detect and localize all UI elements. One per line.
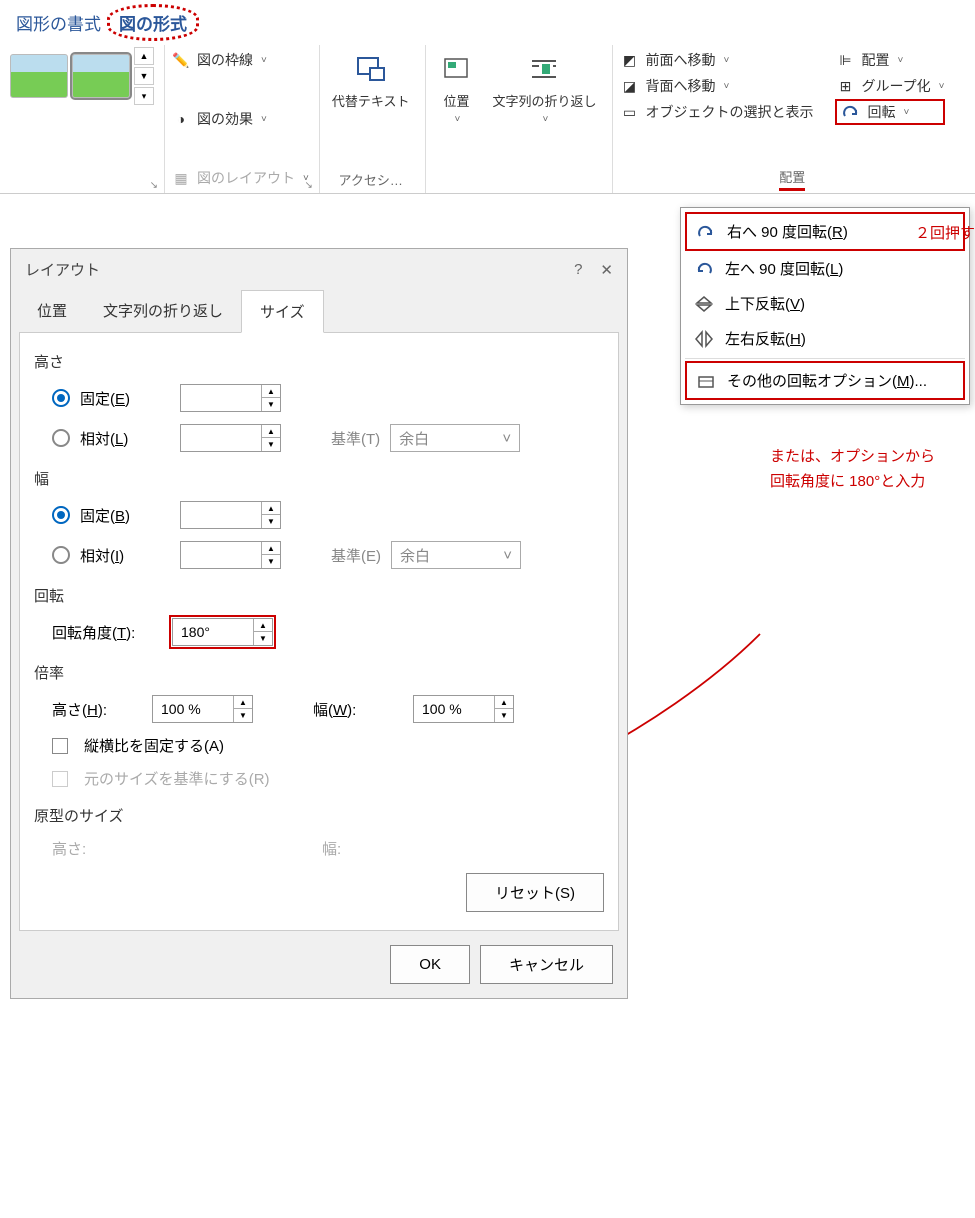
scale-section: 倍率 xyxy=(34,662,604,683)
selection-icon: ▭ xyxy=(619,103,639,121)
height-fixed-input[interactable]: ▲▼ xyxy=(180,384,281,412)
height-base-label: 基準(T) xyxy=(331,428,380,449)
annotation-or-option-1: または、オプションから xyxy=(770,445,935,466)
help-button[interactable]: ? xyxy=(574,261,582,279)
rotation-section: 回転 xyxy=(34,585,604,606)
scale-w-label: 幅(W): xyxy=(313,699,403,720)
width-base-combo[interactable]: 余白˅ xyxy=(391,541,521,569)
scale-h-input[interactable]: ▲▼ xyxy=(152,695,253,723)
picture-border-button[interactable]: ✏️ 図の枠線˅ xyxy=(171,47,309,73)
annotation-or-option-2: 回転角度に 180°と入力 xyxy=(770,470,925,491)
arrange-group: ◩ 前面へ移動˅ ◪ 背面へ移動˅ ▭ オブジェクトの選択と表示 ⊫ 配置˅ xyxy=(612,45,971,193)
tab-wrap[interactable]: 文字列の折り返し xyxy=(85,290,241,332)
width-section: 幅 xyxy=(34,468,604,489)
alt-text-icon xyxy=(353,51,389,87)
flip-h-icon xyxy=(693,329,715,349)
flip-horizontal-item[interactable]: 左右反転(H) xyxy=(685,321,965,356)
styles-group: ▲ ▼ ▾ ↘ xyxy=(4,45,160,193)
ok-button[interactable]: OK xyxy=(390,945,470,984)
rotation-label: 回転角度(T): xyxy=(52,622,162,643)
position-button[interactable]: 位置˅ xyxy=(432,47,480,129)
wrap-icon xyxy=(526,51,562,87)
dialog-title: レイアウト xyxy=(25,259,100,280)
group-icon: ⊞ xyxy=(835,77,855,95)
selection-pane-button[interactable]: ▭ オブジェクトの選択と表示 xyxy=(619,99,813,125)
gallery-down-icon[interactable]: ▼ xyxy=(134,67,154,85)
dialog-launcher-icon[interactable]: ↘ xyxy=(150,180,158,191)
flip-vertical-item[interactable]: 上下反転(V) xyxy=(685,286,965,321)
tab-picture-format[interactable]: 図の形式 xyxy=(113,6,193,39)
width-relative-radio[interactable] xyxy=(52,546,70,564)
picture-layout-button: ▦ 図のレイアウト˅ xyxy=(171,165,309,191)
picture-effects-button[interactable]: ◑ 図の効果˅ xyxy=(171,106,309,132)
send-backward-button[interactable]: ◪ 背面へ移動˅ xyxy=(619,73,813,99)
bring-forward-button[interactable]: ◩ 前面へ移動˅ xyxy=(619,47,813,73)
tab-shape-format[interactable]: 図形の書式 xyxy=(10,6,107,39)
relative-original-checkbox xyxy=(52,771,68,787)
more-options-icon xyxy=(695,371,717,391)
orig-w-label: 幅: xyxy=(322,838,341,859)
effects-icon: ◑ xyxy=(171,110,191,128)
rotate-left-90-item[interactable]: 左へ 90 度回転(L) xyxy=(685,251,965,286)
height-base-combo[interactable]: 余白˅ xyxy=(390,424,520,452)
height-relative-radio[interactable] xyxy=(52,429,70,447)
accessibility-group: 代替テキスト アクセシ… xyxy=(319,45,422,193)
alt-text-button[interactable]: 代替テキスト xyxy=(326,47,416,114)
height-fixed-radio[interactable] xyxy=(52,389,70,407)
annotation-press-twice: ２回押す xyxy=(915,222,975,243)
group-label: アクセシ… xyxy=(326,168,416,191)
orig-h-label: 高さ: xyxy=(52,838,312,859)
more-rotation-options-item[interactable]: その他の回転オプション(M)... xyxy=(685,361,965,400)
width-relative-input[interactable]: ▲▼ xyxy=(180,541,281,569)
position-icon xyxy=(438,51,474,87)
group-button[interactable]: ⊞ グループ化˅ xyxy=(835,73,944,99)
align-icon: ⊫ xyxy=(835,51,855,69)
rotation-input[interactable]: ▲▼ xyxy=(172,618,273,646)
lock-aspect-checkbox[interactable] xyxy=(52,738,68,754)
gallery-up-icon[interactable]: ▲ xyxy=(134,47,154,65)
width-fixed-input[interactable]: ▲▼ xyxy=(180,501,281,529)
dialog-launcher-icon[interactable]: ↘ xyxy=(304,180,312,191)
align-button[interactable]: ⊫ 配置˅ xyxy=(835,47,944,73)
width-fixed-radio[interactable] xyxy=(52,506,70,524)
close-button[interactable]: ✕ xyxy=(600,261,613,279)
gallery-more-icon[interactable]: ▾ xyxy=(134,87,154,105)
cancel-button[interactable]: キャンセル xyxy=(480,945,613,984)
rotate-icon xyxy=(841,103,861,121)
height-relative-input[interactable]: ▲▼ xyxy=(180,424,281,452)
style-thumb[interactable] xyxy=(10,54,68,98)
tab-position[interactable]: 位置 xyxy=(19,290,85,332)
tab-size[interactable]: サイズ xyxy=(241,290,324,333)
text-wrap-button[interactable]: 文字列の折り返し˅ xyxy=(486,47,602,129)
picture-format-group: ✏️ 図の枠線˅ ◑ 図の効果˅ ▦ 図のレイアウト˅ ↘ xyxy=(164,45,315,193)
reset-button[interactable]: リセット(S) xyxy=(466,873,604,912)
layout-dialog: レイアウト ? ✕ 位置 文字列の折り返し サイズ 高さ 固定(E) ▲▼ 相対… xyxy=(10,248,628,999)
border-icon: ✏️ xyxy=(171,51,191,69)
ribbon: ▲ ▼ ▾ ↘ ✏️ 図の枠線˅ ◑ 図の効果˅ ▦ 図のレイアウト˅ ↘ 代替… xyxy=(0,39,975,194)
bring-forward-icon: ◩ xyxy=(619,51,639,69)
width-base-label: 基準(E) xyxy=(331,545,381,566)
layout-icon: ▦ xyxy=(171,169,191,187)
scale-h-label: 高さ(H): xyxy=(52,699,142,720)
flip-v-icon xyxy=(693,294,715,314)
rotate-right-icon xyxy=(695,222,717,242)
arrange-group-label: 配置 xyxy=(779,165,805,191)
scale-w-input[interactable]: ▲▼ xyxy=(413,695,514,723)
original-section: 原型のサイズ xyxy=(34,805,604,826)
position-wrap-group: 位置˅ 文字列の折り返し˅ xyxy=(425,45,608,193)
separator xyxy=(685,358,965,359)
rotate-button[interactable]: 回転˅ xyxy=(835,99,944,125)
style-thumb-selected[interactable] xyxy=(72,54,130,98)
height-section: 高さ xyxy=(34,351,604,372)
send-backward-icon: ◪ xyxy=(619,77,639,95)
rotate-left-icon xyxy=(693,259,715,279)
